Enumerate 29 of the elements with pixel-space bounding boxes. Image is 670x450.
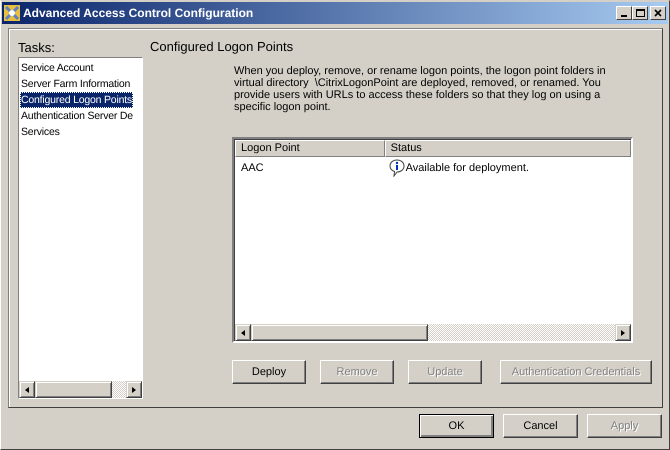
dialog-button[interactable]: OK	[419, 414, 494, 438]
column-header[interactable]: Logon Point	[235, 140, 385, 157]
task-item[interactable]: Services	[20, 124, 61, 140]
tasks-label: Tasks:	[18, 40, 56, 57]
column-header[interactable]: Status	[384, 140, 631, 157]
page-heading: Configured Logon Points	[150, 39, 294, 56]
scroll-right-icon[interactable]	[131, 386, 137, 394]
table-cell: Available for deployment.	[406, 162, 529, 174]
close-icon	[654, 9, 662, 17]
horizontal-scrollbar[interactable]	[19, 381, 142, 398]
maximize-button[interactable]	[632, 6, 648, 20]
scroll-right-icon[interactable]	[620, 328, 626, 336]
maximize-icon	[636, 9, 644, 17]
minimize-button[interactable]	[616, 6, 632, 20]
close-button[interactable]	[650, 6, 666, 20]
description-text: When you deploy, remove, or rename logon points, the logon point folders in virtual directory \CitrixLogonPoint are deployed, removed, or renamed. You provide users with URLs to access these folders so that they log on using a specific logon point.	[234, 65, 607, 115]
action-button[interactable]: Deploy	[232, 360, 306, 384]
task-item[interactable]: Service Account	[20, 60, 94, 76]
scroll-left-icon[interactable]	[24, 386, 30, 394]
horizontal-scrollbar[interactable]	[235, 324, 631, 341]
dialog-button[interactable]: Cancel	[503, 414, 578, 438]
info-icon	[388, 159, 405, 177]
task-item[interactable]: Server Farm Information	[20, 76, 132, 92]
task-item[interactable]: Authentication Server De	[20, 108, 134, 124]
scroll-left-icon[interactable]	[240, 328, 246, 336]
app-icon	[4, 5, 20, 21]
task-item[interactable]: Configured Logon Points	[20, 92, 133, 108]
window-title: Advanced Access Control Configuration	[23, 6, 254, 20]
table-cell-text: AAC	[240, 162, 265, 174]
